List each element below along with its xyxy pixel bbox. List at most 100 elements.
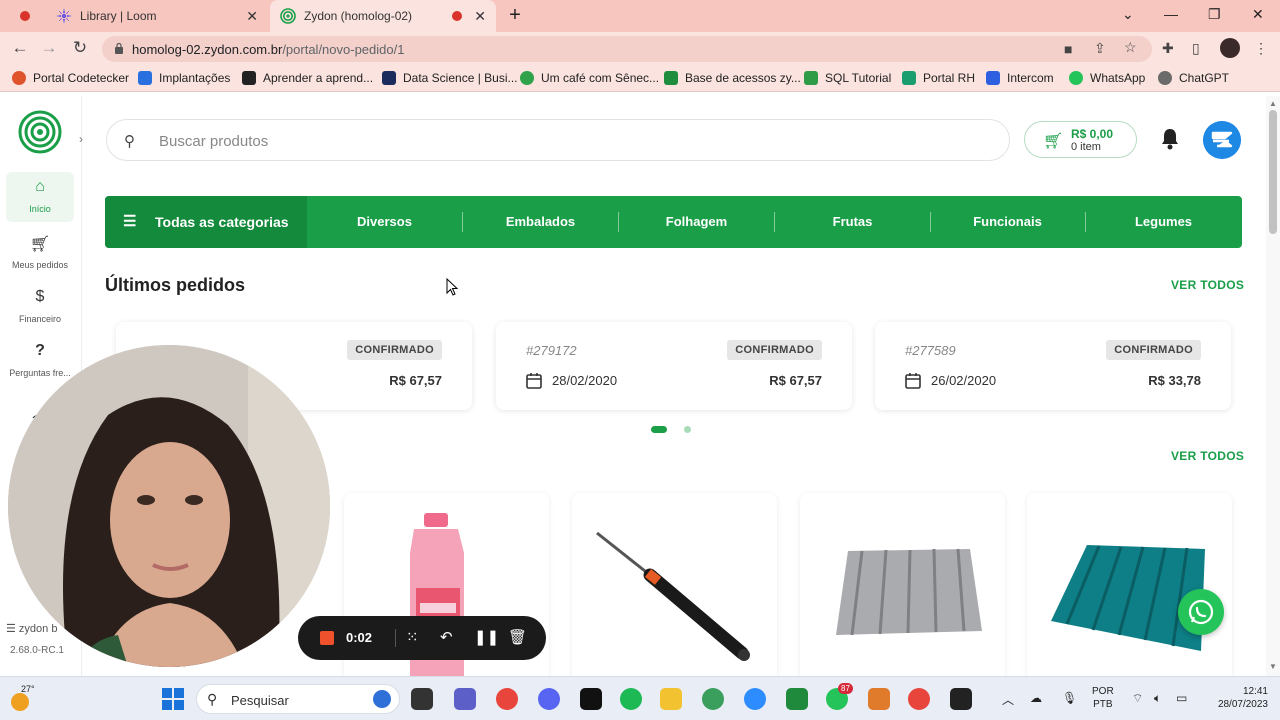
product-search[interactable]: ⚲ bbox=[106, 119, 1010, 161]
sidebar-item-meus-pedidos[interactable]: 🛒︎ Meus pedidos bbox=[6, 228, 74, 278]
carousel-dot-active[interactable] bbox=[651, 426, 667, 433]
restore-button[interactable]: ❐ bbox=[1208, 6, 1221, 23]
language-indicator[interactable]: POR PTB bbox=[1092, 685, 1114, 711]
bell-icon[interactable] bbox=[1160, 127, 1180, 151]
camera-icon[interactable]: ■ bbox=[1064, 41, 1072, 57]
share-icon[interactable]: ⇪ bbox=[1094, 40, 1106, 57]
tab-library-loom[interactable]: Library | Loom ✕ bbox=[44, 0, 268, 32]
wifi-icon[interactable]: ⌔ bbox=[1132, 691, 1143, 706]
bookmark-star-icon[interactable]: ☆ bbox=[1124, 39, 1137, 56]
see-all-products-link[interactable]: VER TODOS bbox=[1171, 449, 1244, 463]
tab-zydon[interactable]: Zydon (homolog-02) ✕ bbox=[270, 0, 496, 32]
pause-icon[interactable]: ❚❚ bbox=[474, 628, 499, 646]
bookmark-favicon-icon bbox=[382, 71, 396, 85]
bookmark-item[interactable]: Portal RH bbox=[902, 71, 975, 85]
close-tab-icon[interactable]: ✕ bbox=[474, 8, 486, 25]
product-card[interactable] bbox=[572, 493, 777, 676]
bookmark-favicon-icon bbox=[242, 71, 256, 85]
delete-recording-icon[interactable]: 🗑︎ bbox=[508, 628, 527, 646]
chat-icon[interactable] bbox=[454, 688, 476, 710]
sidebar-item-inicio[interactable]: ⌂ Início bbox=[6, 172, 74, 222]
zoom-icon[interactable] bbox=[744, 688, 766, 710]
close-window-button[interactable]: ✕ bbox=[1252, 6, 1264, 23]
forward-button[interactable]: → bbox=[38, 38, 60, 58]
side-panel-icon[interactable]: ▯ bbox=[1192, 40, 1200, 57]
bookmark-item[interactable]: Aprender a aprend... bbox=[242, 71, 373, 85]
bookmark-label: Portal Codetecker bbox=[33, 71, 130, 85]
menu-icon[interactable]: ⋮ bbox=[1254, 40, 1268, 57]
category-funcionais[interactable]: Funcionais bbox=[930, 196, 1085, 248]
bookmark-item[interactable]: Data Science | Busi... bbox=[382, 71, 518, 85]
category-diversos[interactable]: Diversos bbox=[307, 196, 462, 248]
bookmark-item[interactable]: Intercom bbox=[986, 71, 1054, 85]
restart-icon[interactable]: ↶ bbox=[440, 628, 453, 646]
zydon-logo[interactable] bbox=[18, 110, 62, 154]
file-explorer-icon[interactable] bbox=[660, 688, 682, 710]
bookmark-favicon-icon bbox=[986, 71, 1000, 85]
microphone-icon[interactable]: 🎙︎ bbox=[1062, 691, 1077, 705]
order-card[interactable]: #279172 CONFIRMADO 28/02/2020 R$ 67,57 bbox=[496, 322, 852, 410]
bookmark-item[interactable]: Base de acessos zy... bbox=[664, 71, 801, 85]
spotify-icon[interactable] bbox=[620, 688, 642, 710]
bookmark-item[interactable]: Um café com Sênec... bbox=[520, 71, 659, 85]
new-tab-button[interactable]: + bbox=[504, 4, 526, 27]
cart-button[interactable]: 🛒︎ R$ 0,00 0 item bbox=[1024, 121, 1137, 158]
windows-start-icon[interactable] bbox=[162, 688, 184, 710]
chevron-right-icon[interactable]: › bbox=[79, 132, 83, 146]
excel-icon[interactable] bbox=[786, 688, 808, 710]
webcam-bubble[interactable] bbox=[8, 345, 330, 667]
cart-item-count: 0 item bbox=[1071, 141, 1101, 153]
extensions-icon[interactable]: ✚ bbox=[1162, 40, 1174, 57]
address-bar[interactable]: homolog-02.zydon.com.br/portal/novo-pedi… bbox=[102, 36, 1152, 62]
bookmark-label: WhatsApp bbox=[1090, 71, 1146, 85]
bookmark-item[interactable]: Implantações bbox=[138, 71, 230, 85]
category-embalados[interactable]: Embalados bbox=[463, 196, 618, 248]
sidebar-item-perguntas[interactable]: ? Perguntas fre... bbox=[6, 336, 74, 386]
minimize-button[interactable]: — bbox=[1164, 6, 1178, 22]
chrome-profile-icon[interactable] bbox=[908, 688, 930, 710]
drag-handle-icon[interactable]: ⁙ bbox=[406, 628, 419, 646]
snipping-tool-icon[interactable] bbox=[868, 688, 890, 710]
bookmark-item[interactable]: SQL Tutorial bbox=[804, 71, 891, 85]
sidebar-item-financeiro[interactable]: $ Financeiro bbox=[6, 282, 74, 332]
battery-icon[interactable]: ▭ bbox=[1176, 691, 1187, 705]
see-all-orders-link[interactable]: VER TODOS bbox=[1171, 278, 1244, 292]
page-scrollbar[interactable]: ▲ ▼ bbox=[1266, 96, 1280, 676]
user-menu-avatar[interactable] bbox=[1203, 121, 1241, 159]
category-folhagem[interactable]: Folhagem bbox=[619, 196, 774, 248]
carousel-dot[interactable] bbox=[684, 426, 691, 433]
all-categories-button[interactable]: ☰ Todas as categorias bbox=[105, 196, 307, 248]
order-card[interactable]: #277589 CONFIRMADO 26/02/2020 R$ 33,78 bbox=[875, 322, 1231, 410]
product-card[interactable] bbox=[1027, 493, 1232, 676]
volume-icon[interactable]: 🔈︎ bbox=[1154, 691, 1161, 706]
reload-button[interactable]: ↻ bbox=[69, 38, 91, 58]
bookmark-item[interactable]: Portal Codetecker bbox=[12, 71, 129, 85]
bookmark-item[interactable]: WhatsApp bbox=[1069, 71, 1145, 85]
category-frutas[interactable]: Frutas bbox=[775, 196, 930, 248]
scroll-up-icon[interactable]: ▲ bbox=[1269, 99, 1277, 108]
cloud-icon[interactable]: ☁ bbox=[1030, 691, 1042, 705]
order-number: #277589 bbox=[905, 343, 956, 358]
scrollbar-thumb[interactable] bbox=[1269, 110, 1277, 234]
taskbar-search[interactable]: ⚲ Pesquisar bbox=[196, 684, 400, 714]
taskview-icon[interactable] bbox=[411, 688, 433, 710]
notion-icon[interactable] bbox=[580, 688, 602, 710]
whatsapp-button[interactable] bbox=[1178, 589, 1224, 635]
profile-avatar[interactable] bbox=[1220, 38, 1240, 58]
discord-icon[interactable] bbox=[538, 688, 560, 710]
tray-chevron-icon[interactable]: ︿ bbox=[1002, 691, 1014, 708]
product-card[interactable] bbox=[800, 493, 1005, 676]
terminal-icon[interactable] bbox=[950, 688, 972, 710]
bookmark-item[interactable]: ChatGPT bbox=[1158, 71, 1229, 85]
system-clock[interactable]: 12:41 28/07/2023 bbox=[1206, 685, 1268, 711]
stop-recording-button[interactable] bbox=[320, 631, 334, 645]
scroll-down-icon[interactable]: ▼ bbox=[1269, 662, 1277, 671]
chrome-icon[interactable] bbox=[496, 688, 518, 710]
back-button[interactable]: ← bbox=[9, 38, 31, 58]
tab-search-chevron-icon[interactable]: ⌄ bbox=[1122, 6, 1134, 23]
app-icon[interactable] bbox=[702, 688, 724, 710]
weather-widget[interactable]: 27° bbox=[8, 683, 38, 713]
close-tab-icon[interactable]: ✕ bbox=[246, 8, 258, 25]
category-legumes[interactable]: Legumes bbox=[1086, 196, 1241, 248]
search-input[interactable] bbox=[159, 130, 979, 152]
